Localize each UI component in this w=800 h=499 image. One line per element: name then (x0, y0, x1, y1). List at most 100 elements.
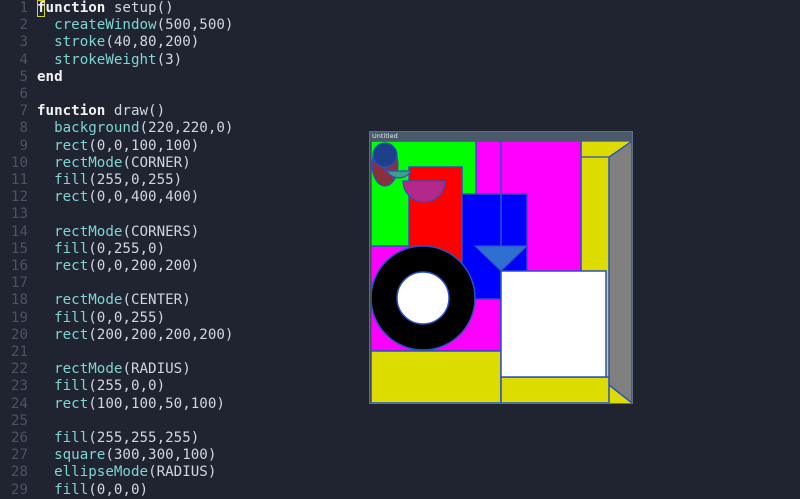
code-token: (300,300,100) (105, 447, 217, 464)
line-number: 20 (10, 326, 28, 343)
code-line[interactable]: 11 fill(255,0,255) (0, 172, 182, 189)
function-token: strokeWeight (54, 51, 157, 68)
line-number: 23 (10, 378, 28, 395)
code-line[interactable]: 27 square(300,300,100) (0, 447, 216, 464)
code-line[interactable]: 26 fill(255,255,255) (0, 430, 199, 447)
code-token: (255,0,0) (88, 378, 166, 395)
code-token: (3) (156, 51, 183, 68)
line-number: 2 (19, 17, 28, 34)
code-token: (0,0,100,100) (88, 137, 200, 154)
line-number: 1 (19, 0, 28, 16)
code-token: (255,0,255) (88, 172, 183, 188)
code-line[interactable]: 9 rect(0,0,100,100) (0, 138, 199, 155)
code-token: (255,255,255) (88, 430, 200, 446)
code-line[interactable]: 8 background(220,220,0) (0, 120, 233, 137)
code-line[interactable]: 6 (0, 86, 37, 103)
window-titlebar[interactable]: Untitled (370, 132, 632, 141)
code-token: (0,0,0) (88, 481, 149, 498)
function-token: fill (54, 309, 89, 326)
code-line[interactable]: 18 rectMode(CENTER) (0, 292, 191, 309)
code-line[interactable]: 14 rectMode(CORNERS) (0, 224, 199, 241)
code-line[interactable]: 22 rectMode(RADIUS) (0, 361, 191, 378)
blue-ellipse (372, 142, 398, 168)
code-line[interactable]: 17 (0, 275, 37, 292)
code-line[interactable]: 7 function draw() (0, 103, 165, 120)
function-token: ellipseMode (54, 464, 149, 481)
function-token: rect (54, 326, 89, 343)
line-number: 10 (10, 154, 28, 171)
keyword-token: function (37, 103, 106, 120)
yellow-bottom-right (500, 376, 610, 404)
line-number: 8 (19, 120, 28, 137)
window-title: Untitled (372, 132, 398, 140)
code-token: (CORNER) (122, 154, 191, 171)
line-number: 21 (10, 344, 28, 360)
code-line[interactable]: 25 (0, 413, 37, 430)
code-line[interactable]: 15 fill(0,255,0) (0, 241, 165, 258)
code-line[interactable]: 2 createWindow(500,500) (0, 17, 233, 34)
line-number: 12 (10, 189, 28, 206)
code-line[interactable]: 20 rect(200,200,200,200) (0, 326, 234, 344)
white-square (500, 270, 607, 378)
function-token: rectMode (54, 223, 123, 240)
code-line[interactable]: 24 rect(100,100,50,100) (0, 396, 225, 413)
code-line[interactable]: 12 rect(0,0,400,400) (0, 189, 199, 206)
line-number: 25 (10, 412, 28, 429)
code-token: (RADIUS) (122, 361, 191, 378)
code-line[interactable]: 4 strokeWeight(3) (0, 52, 182, 69)
function-token: square (54, 447, 106, 464)
function-token: fill (54, 430, 89, 446)
code-token: (CORNERS) (122, 223, 200, 240)
code-line[interactable]: 28 ellipseMode(RADIUS) (0, 464, 217, 481)
code-token: (RADIUS) (148, 464, 217, 481)
code-line[interactable]: 1 function setup() (0, 0, 173, 17)
code-line[interactable]: 3 stroke(40,80,200) (0, 34, 199, 51)
line-number: 5 (19, 68, 28, 85)
function-token: stroke (54, 34, 106, 51)
function-token: rect (54, 189, 89, 206)
line-number: 28 (10, 464, 28, 481)
sketch-window[interactable]: Untitled (369, 131, 634, 405)
function-token: rect (54, 258, 89, 274)
code-line[interactable]: 5 end (0, 68, 62, 86)
code-token: (0,0,255) (88, 309, 166, 326)
line-number: 11 (10, 172, 28, 188)
function-token: fill (54, 172, 89, 188)
line-number: 15 (10, 240, 28, 257)
line-number: 13 (10, 206, 28, 223)
code-line[interactable]: 13 (0, 206, 37, 223)
code-line[interactable]: 21 (0, 344, 37, 361)
yellow-bottom-rect (370, 350, 502, 404)
sketch-canvas[interactable] (370, 139, 634, 405)
code-line[interactable]: 10 rectMode(CORNER) (0, 155, 191, 172)
line-number: 6 (19, 86, 28, 102)
code-line[interactable]: 19 fill(0,0,255) (0, 310, 165, 327)
gray-bevel (608, 139, 633, 405)
code-line[interactable]: 23 fill(255,0,0) (0, 378, 165, 395)
line-number: 17 (10, 275, 28, 292)
line-number: 9 (19, 137, 28, 154)
code-token: (0,0,400,400) (88, 189, 200, 206)
code-token: (CENTER) (122, 292, 191, 309)
line-number: 22 (10, 361, 28, 378)
code-line[interactable]: 16 rect(0,0,200,200) (0, 258, 199, 275)
code-line[interactable]: 29 fill(0,0,0) (0, 482, 148, 499)
function-token: fill (54, 481, 89, 498)
function-token: rect (54, 137, 89, 154)
